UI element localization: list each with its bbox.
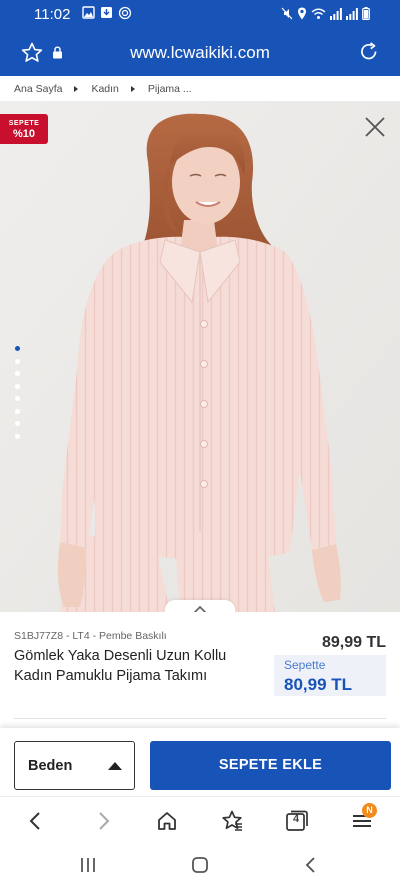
battery-icon — [362, 7, 370, 20]
home-icon[interactable] — [155, 809, 179, 833]
wifi-icon — [311, 8, 326, 19]
recent-apps-icon[interactable] — [79, 857, 97, 873]
tab-count: 4 — [292, 813, 300, 825]
badge-line-2: %10 — [12, 128, 36, 140]
divider — [14, 718, 386, 719]
browser-url-bar[interactable]: www.lcwaikiki.com — [0, 30, 400, 76]
gallery-dot[interactable] — [15, 408, 20, 414]
product-image[interactable] — [0, 102, 400, 612]
reload-icon[interactable] — [359, 42, 379, 62]
add-to-cart-button[interactable]: SEPETE EKLE — [150, 741, 391, 790]
status-time: 11:02 — [34, 6, 71, 23]
system-navigation-bar — [0, 844, 400, 888]
breadcrumb-item-home[interactable]: Ana Sayfa — [14, 83, 62, 95]
action-bar: Beden SEPETE EKLE — [0, 728, 400, 796]
bookmarks-icon[interactable] — [220, 809, 244, 833]
home-button-icon[interactable] — [191, 856, 209, 874]
gallery-dot[interactable] — [15, 383, 20, 389]
menu-badge: N — [362, 803, 377, 818]
mute-icon — [281, 7, 293, 20]
forward-icon[interactable] — [91, 809, 115, 833]
system-back-icon[interactable] — [303, 856, 317, 874]
breadcrumb-item-women[interactable]: Kadın — [91, 83, 118, 95]
basket-price: 80,99 TL — [284, 675, 353, 694]
size-select[interactable]: Beden — [14, 741, 135, 790]
status-bar: 11:02 — [0, 0, 400, 30]
size-select-label: Beden — [28, 758, 73, 774]
tabs-button[interactable]: 4 — [285, 809, 309, 833]
breadcrumb: Ana Sayfa Kadın Pijama ... — [0, 76, 400, 102]
close-icon[interactable] — [364, 116, 386, 138]
breadcrumb-item-pajama[interactable]: Pijama ... — [148, 83, 192, 95]
chevron-right-icon — [130, 85, 135, 92]
location-icon — [298, 7, 306, 20]
basket-price-label: Sepette — [284, 658, 326, 672]
gallery-dot[interactable] — [15, 346, 20, 351]
gallery-dot[interactable] — [15, 433, 20, 439]
sync-icon — [118, 6, 132, 20]
gallery-dot[interactable] — [15, 358, 20, 364]
product-price: 89,99 TL — [321, 634, 386, 651]
product-title: Gömlek Yaka Desenli Uzun Kollu Kadın Pam… — [14, 648, 227, 684]
download-icon — [101, 7, 112, 18]
model-photo — [0, 102, 400, 612]
product-info: S1BJ77Z8 - LT4 - Pembe Baskılı Gömlek Ya… — [0, 612, 400, 728]
gallery-dot[interactable] — [15, 421, 20, 426]
gallery-dot[interactable] — [15, 396, 20, 401]
back-icon[interactable] — [24, 809, 48, 833]
gallery-dots[interactable] — [15, 346, 23, 446]
url-text[interactable]: www.lcwaikiki.com — [0, 43, 400, 63]
image-icon — [82, 6, 95, 19]
product-sku: S1BJ77Z8 - LT4 - Pembe Baskılı — [14, 630, 167, 642]
chevron-right-icon — [74, 85, 79, 92]
caret-up-icon — [108, 762, 122, 770]
discount-badge: SEPETE %10 — [0, 114, 48, 144]
gallery-dot[interactable] — [15, 371, 20, 376]
browser-bottom-nav: 4 N — [0, 796, 400, 844]
basket-price-box: Sepette 80,99 TL — [274, 655, 386, 696]
signal-icon — [330, 7, 342, 20]
signal-icon — [346, 7, 358, 20]
